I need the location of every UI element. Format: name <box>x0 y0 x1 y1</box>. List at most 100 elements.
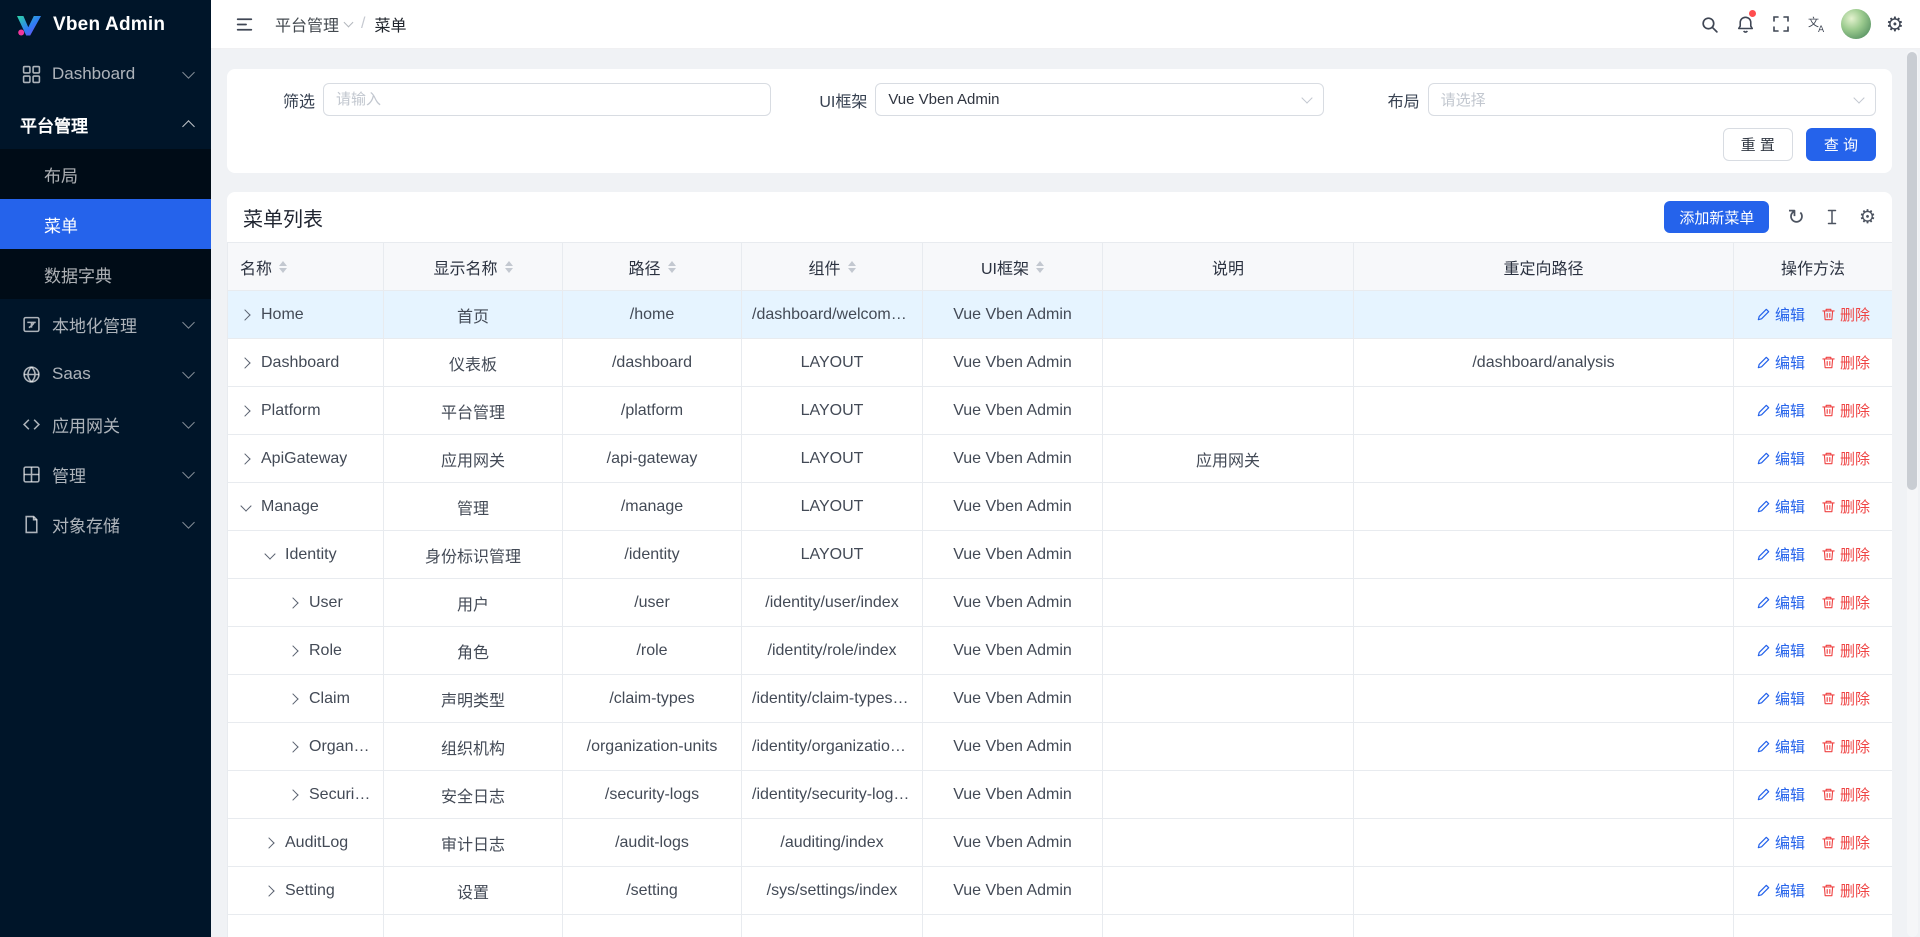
row-expand-toggle[interactable] <box>262 883 278 899</box>
row-expand-toggle[interactable] <box>238 307 254 323</box>
row-height-icon[interactable] <box>1823 208 1841 226</box>
path-cell: /api-gateway <box>563 435 742 483</box>
edit-button[interactable]: 编辑 <box>1756 304 1805 325</box>
table-row[interactable]: 编辑 删除 <box>228 915 1893 937</box>
delete-button[interactable]: 删除 <box>1821 688 1870 709</box>
refresh-icon[interactable]: ↻ <box>1787 207 1805 228</box>
add-menu-button[interactable]: 添加新菜单 <box>1664 201 1769 233</box>
translate-icon[interactable]: 文 A <box>1800 7 1834 41</box>
delete-button[interactable]: 删除 <box>1821 640 1870 661</box>
sidebar-item-localization[interactable]: 本地化管理 <box>0 299 211 349</box>
sidebar-item-platform[interactable]: 平台管理 <box>0 99 211 149</box>
delete-button[interactable]: 删除 <box>1821 880 1870 901</box>
row-expand-toggle[interactable] <box>286 643 302 659</box>
table-row[interactable]: Setting 设置 /setting /sys/settings/index … <box>228 867 1893 915</box>
table-row[interactable]: Dashboard 仪表板 /dashboard LAYOUT Vue Vben… <box>228 339 1893 387</box>
edit-button[interactable]: 编辑 <box>1756 736 1805 757</box>
redirect-cell <box>1354 387 1734 435</box>
table-row[interactable]: Platform 平台管理 /platform LAYOUT Vue Vben … <box>228 387 1893 435</box>
settings-gear-icon[interactable]: ⚙ <box>1878 7 1912 41</box>
table-row[interactable]: Organiz... 组织机构 /organization-units /ide… <box>228 723 1893 771</box>
ui-framework-select[interactable]: Vue Vben Admin <box>875 83 1323 116</box>
description-cell <box>1103 915 1354 937</box>
row-expand-toggle[interactable] <box>238 451 254 467</box>
scrollbar-thumb[interactable] <box>1907 52 1917 490</box>
sidebar-item-saas[interactable]: Saas <box>0 349 211 399</box>
sort-icon[interactable] <box>848 261 856 273</box>
column-settings-icon[interactable]: ⚙ <box>1859 208 1876 227</box>
reset-button[interactable]: 重 置 <box>1723 128 1793 161</box>
delete-button[interactable]: 删除 <box>1821 352 1870 373</box>
sidebar-item-dictionary[interactable]: 数据字典 <box>0 249 211 299</box>
edit-button[interactable]: 编辑 <box>1756 448 1805 469</box>
column-header-display-name[interactable]: 显示名称 <box>384 243 563 291</box>
edit-button[interactable]: 编辑 <box>1756 352 1805 373</box>
table-row[interactable]: AuditLog 审计日志 /audit-logs /auditing/inde… <box>228 819 1893 867</box>
edit-button[interactable]: 编辑 <box>1756 400 1805 421</box>
column-header-name[interactable]: 名称 <box>228 243 384 291</box>
column-header-component[interactable]: 组件 <box>742 243 923 291</box>
row-expand-toggle[interactable] <box>238 403 254 419</box>
menu-fold-icon[interactable] <box>227 7 261 41</box>
sort-icon[interactable] <box>279 261 287 273</box>
table-row[interactable]: Role 角色 /role /identity/role/index Vue V… <box>228 627 1893 675</box>
edit-button[interactable]: 编辑 <box>1756 640 1805 661</box>
delete-button[interactable]: 删除 <box>1821 400 1870 421</box>
delete-button[interactable]: 删除 <box>1821 592 1870 613</box>
delete-button[interactable]: 删除 <box>1821 784 1870 805</box>
layout-select[interactable]: 请选择 <box>1428 83 1876 116</box>
delete-button[interactable]: 删除 <box>1821 304 1870 325</box>
search-button[interactable]: 查 询 <box>1806 128 1876 161</box>
row-expand-toggle[interactable] <box>286 595 302 611</box>
delete-button[interactable]: 删除 <box>1821 496 1870 517</box>
edit-button[interactable]: 编辑 <box>1756 784 1805 805</box>
sidebar-item-menu[interactable]: 菜单 <box>0 199 211 249</box>
delete-button[interactable]: 删除 <box>1821 544 1870 565</box>
table-row[interactable]: Identity 身份标识管理 /identity LAYOUT Vue Vbe… <box>228 531 1893 579</box>
column-header-framework[interactable]: UI框架 <box>923 243 1103 291</box>
edit-button[interactable]: 编辑 <box>1756 544 1805 565</box>
row-expand-toggle[interactable] <box>286 691 302 707</box>
sidebar-item-gateway[interactable]: 应用网关 <box>0 399 211 449</box>
table-row[interactable]: Home 首页 /home /dashboard/welcome/in... V… <box>228 291 1893 339</box>
delete-button[interactable]: 删除 <box>1821 736 1870 757</box>
notification-bell-icon[interactable] <box>1728 7 1762 41</box>
delete-button[interactable]: 删除 <box>1821 448 1870 469</box>
filter-input[interactable] <box>323 83 771 116</box>
sidebar-item-dashboard[interactable]: Dashboard <box>0 49 211 99</box>
table-row[interactable]: Security... 安全日志 /security-logs /identit… <box>228 771 1893 819</box>
sort-icon[interactable] <box>505 261 513 273</box>
component-cell: LAYOUT <box>742 531 923 579</box>
column-header-path[interactable]: 路径 <box>563 243 742 291</box>
table-row[interactable]: Claim 声明类型 /claim-types /identity/claim-… <box>228 675 1893 723</box>
edit-button[interactable]: 编辑 <box>1756 832 1805 853</box>
edit-button[interactable]: 编辑 <box>1756 592 1805 613</box>
table-row[interactable]: ApiGateway 应用网关 /api-gateway LAYOUT Vue … <box>228 435 1893 483</box>
sidebar-item-storage[interactable]: 对象存储 <box>0 499 211 549</box>
table-row[interactable]: User 用户 /user /identity/user/index Vue V… <box>228 579 1893 627</box>
avatar[interactable] <box>1841 9 1871 39</box>
row-expand-toggle[interactable] <box>238 499 254 515</box>
sort-icon[interactable] <box>668 261 676 273</box>
component-cell: /identity/security-logs/i... <box>742 771 923 819</box>
row-expand-toggle[interactable] <box>238 355 254 371</box>
edit-button[interactable]: 编辑 <box>1756 496 1805 517</box>
delete-button[interactable]: 删除 <box>1821 832 1870 853</box>
search-icon[interactable] <box>1692 7 1726 41</box>
sidebar-item-layout[interactable]: 布局 <box>0 149 211 199</box>
sidebar-item-management[interactable]: 管理 <box>0 449 211 499</box>
scrollbar[interactable] <box>1907 50 1918 937</box>
row-expand-toggle[interactable] <box>262 547 278 563</box>
breadcrumb-root[interactable]: 平台管理 <box>275 12 352 36</box>
edit-button[interactable]: 编辑 <box>1756 688 1805 709</box>
path-cell <box>563 915 742 937</box>
logo[interactable]: Vben Admin <box>0 0 211 49</box>
notification-dot <box>1749 10 1756 17</box>
table-row[interactable]: Manage 管理 /manage LAYOUT Vue Vben Admin … <box>228 483 1893 531</box>
fullscreen-icon[interactable] <box>1764 7 1798 41</box>
row-expand-toggle[interactable] <box>286 787 302 803</box>
sort-icon[interactable] <box>1036 261 1044 273</box>
edit-button[interactable]: 编辑 <box>1756 880 1805 901</box>
row-expand-toggle[interactable] <box>262 835 278 851</box>
row-expand-toggle[interactable] <box>286 739 302 755</box>
